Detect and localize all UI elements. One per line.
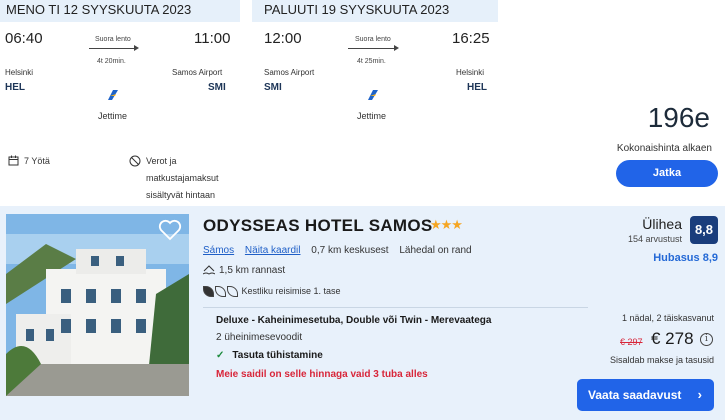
- room-type: Deluxe - Kaheinimesetuba, Double või Twi…: [216, 315, 492, 326]
- return-to-city: Helsinki: [456, 68, 485, 77]
- distance-center: 0,7 km keskusest: [311, 245, 389, 256]
- calendar-icon: [8, 155, 19, 166]
- price-info-icon[interactable]: i: [700, 333, 713, 346]
- package-price-caption: Kokonaishinta alkaen: [616, 143, 712, 154]
- hotel-star-rating: ★★★: [430, 217, 463, 232]
- leaf-icon: [227, 286, 238, 298]
- nights-count: 7 Yötä: [24, 156, 50, 166]
- chevron-right-icon: ›: [697, 387, 702, 402]
- return-airline: Jettime: [357, 111, 387, 121]
- outbound-to-code: SMI: [208, 82, 226, 93]
- hotel-location-row: Sámos Näita kaardil 0,7 km keskusest Läh…: [203, 245, 480, 256]
- jettime-logo-icon: [108, 90, 118, 100]
- outbound-to-city: Samos Airport: [172, 68, 223, 77]
- no-fee-icon: [129, 155, 141, 167]
- return-header: PALUUTI 19 SYYSKUUTA 2023: [252, 0, 498, 22]
- return-departure-time: 12:00: [264, 30, 302, 47]
- outbound-duration: 4t 20min.: [97, 58, 126, 65]
- leaf-icon: [215, 286, 226, 298]
- outbound-arrow-line: [89, 48, 135, 49]
- hotel-name[interactable]: ODYSSEAS HOTEL SAMOS: [203, 216, 433, 236]
- rating-word: Ülihea: [642, 216, 682, 232]
- return-arrow-line: [348, 48, 395, 49]
- jettime-logo-icon: [368, 90, 378, 100]
- return-to-code: HEL: [467, 82, 487, 93]
- leaf-icon: [203, 286, 214, 298]
- free-cancellation-row: ✓ Tasuta tühistamine: [216, 350, 323, 361]
- outbound-airline: Jettime: [98, 111, 128, 121]
- hotel-photo[interactable]: [6, 214, 189, 396]
- see-availability-label: Vaata saadavust: [588, 388, 682, 402]
- review-count[interactable]: 154 arvustust: [628, 234, 682, 244]
- taxes-line-3: sisältyvät hintaan: [146, 190, 216, 200]
- divider: [203, 307, 588, 308]
- outbound-header: MENO TI 12 SYYSKUUTA 2023: [0, 0, 240, 22]
- beach-distance-row: 1,5 km rannast: [202, 265, 286, 276]
- current-price: € 278: [651, 329, 694, 348]
- hotel-photo-image: [6, 214, 189, 396]
- return-duration: 4t 25min.: [357, 58, 386, 65]
- see-availability-button[interactable]: Vaata saadavust ›: [577, 379, 714, 411]
- show-on-map-link[interactable]: Näita kaardil: [245, 245, 301, 256]
- outbound-arrow-icon: [134, 45, 139, 51]
- package-price: 196e: [647, 102, 710, 133]
- location-link[interactable]: Sámos: [203, 245, 234, 256]
- return-from-code: SMI: [264, 82, 282, 93]
- continue-button[interactable]: Jatka: [616, 160, 718, 187]
- comfort-score: Hubasus 8,9: [653, 252, 718, 264]
- taxes-info: Verot ja matkustajamaksut sisältyvät hin…: [146, 153, 219, 204]
- outbound-from-city: Helsinki: [5, 68, 34, 77]
- free-cancellation: Tasuta tühistamine: [232, 350, 323, 361]
- review-score-badge: 8,8: [690, 216, 718, 244]
- tax-note: Sisaldab makse ja tasusid: [609, 355, 714, 365]
- taxes-line-1: Verot ja: [146, 156, 177, 166]
- near-beach: Lähedal on rand: [399, 245, 472, 256]
- outbound-arrival-time: 11:00: [194, 30, 231, 47]
- beach-distance: 1,5 km rannast: [219, 265, 286, 276]
- old-price: € 297: [620, 337, 643, 347]
- sustainability-row: Kestliku reisimise 1. tase: [203, 286, 341, 298]
- outbound-departure-time: 06:40: [5, 30, 43, 47]
- outbound-from-code: HEL: [5, 82, 25, 93]
- taxes-line-2: matkustajamaksut: [146, 173, 219, 183]
- return-arrow-icon: [394, 45, 399, 51]
- sustainability-level: Kestliku reisimise 1. tase: [241, 286, 341, 296]
- outbound-route-type: Suora lento: [95, 36, 131, 43]
- beach-icon: [202, 265, 216, 275]
- room-beds: 2 üheinimesevoodit: [216, 332, 303, 343]
- return-arrival-time: 16:25: [452, 30, 490, 47]
- favorite-heart-icon[interactable]: [158, 219, 182, 241]
- stay-info: 1 nädal, 2 täiskasvanut: [621, 313, 714, 323]
- scarcity-message: Meie saidil on selle hinnaga vaid 3 tuba…: [216, 369, 428, 380]
- return-from-city: Samos Airport: [264, 68, 315, 77]
- return-route-type: Suora lento: [355, 36, 391, 43]
- checkmark-icon: ✓: [216, 350, 225, 361]
